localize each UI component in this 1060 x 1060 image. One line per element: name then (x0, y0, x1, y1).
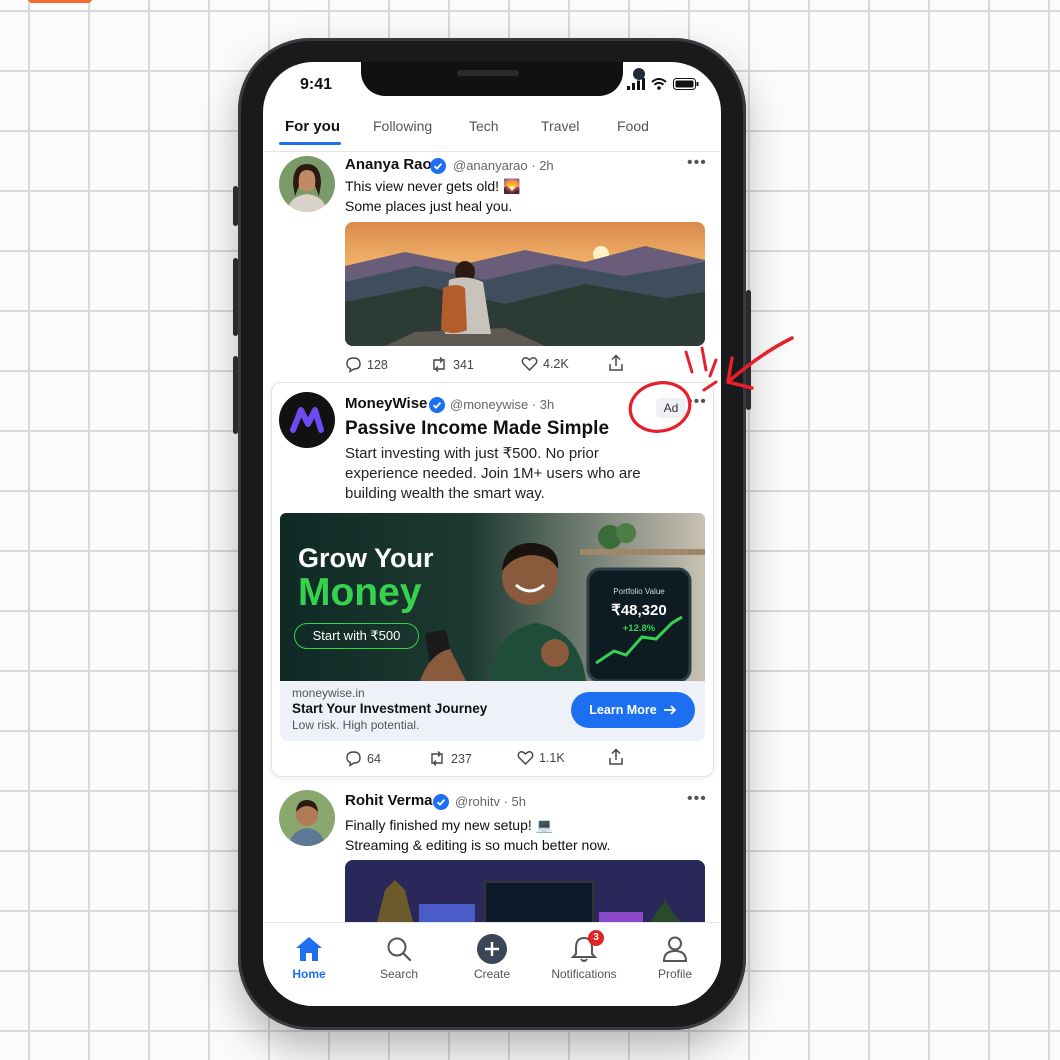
orange-tab-decoration (28, 0, 92, 3)
nav-notifications-label: Notifications (551, 967, 617, 981)
tab-food[interactable]: Food (617, 118, 649, 134)
reply-button[interactable]: 64 (345, 750, 381, 767)
repost-count: 341 (453, 357, 474, 372)
reply-count: 64 (367, 751, 381, 766)
mute-switch (233, 186, 238, 226)
like-icon (521, 357, 538, 371)
banner-headline-line1: Grow Your (298, 543, 434, 573)
repost-button[interactable]: 237 (428, 750, 472, 767)
reply-icon (346, 751, 361, 767)
speaker (457, 70, 519, 76)
ad-banner-image[interactable]: Grow Your Money Start with ₹500 Portfoli… (280, 513, 705, 681)
battery-icon (673, 78, 699, 90)
phone-portfolio-value: ₹48,320 (611, 602, 667, 619)
like-count: 4.2K (543, 357, 569, 371)
post-text-line: This view never gets old! 🌄 (345, 178, 521, 194)
ad-author-name[interactable]: MoneyWise (345, 395, 427, 412)
reply-count: 128 (367, 357, 388, 372)
ad-domain: moneywise.in (292, 686, 365, 700)
ad-headline: Passive Income Made Simple (345, 418, 610, 439)
tab-travel[interactable]: Travel (541, 118, 579, 134)
repost-count: 237 (451, 751, 472, 766)
more-options-icon[interactable]: ••• (687, 154, 707, 172)
nav-profile[interactable]: Profile (635, 933, 715, 981)
notch (361, 62, 645, 96)
like-icon (517, 751, 534, 765)
share-icon (609, 748, 623, 765)
like-count: 1.1K (539, 751, 565, 765)
tab-for-you[interactable]: For you (285, 118, 340, 135)
phone-portfolio-label: Portfolio Value (613, 587, 665, 596)
ad-link-card[interactable]: moneywise.in Start Your Investment Journ… (280, 681, 705, 741)
ad-handle: @moneywise · 3h (450, 397, 555, 412)
nav-notifications[interactable]: 3 Notifications (544, 930, 624, 981)
like-button[interactable]: 1.1K (517, 750, 565, 766)
post-image-sunset[interactable] (345, 222, 705, 346)
profile-icon (662, 936, 688, 962)
front-camera (633, 68, 645, 80)
share-button[interactable] (608, 748, 624, 766)
post-handle: @ananyarao · 2h (453, 158, 554, 173)
post-image-setup[interactable] (345, 860, 705, 930)
tab-tech[interactable]: Tech (469, 118, 499, 134)
moneywise-logo[interactable] (279, 392, 335, 448)
bottom-navigation: Home Search Create 3 Notifications Profi… (263, 922, 721, 1006)
nav-profile-label: Profile (657, 967, 692, 981)
post-text-line: Streaming & editing is so much better no… (345, 837, 611, 853)
wifi-icon (651, 78, 667, 90)
learn-more-button[interactable]: Learn More (571, 692, 695, 728)
post-text-line: Finally finished my new setup! 💻 (345, 817, 554, 833)
verified-icon (433, 794, 449, 810)
plus-icon (477, 934, 507, 964)
avatar-rohit[interactable] (279, 790, 335, 846)
banner-headline-line2: Money (298, 571, 422, 614)
volume-down-button (233, 356, 238, 434)
repost-icon (433, 357, 445, 372)
signal-icon (627, 78, 645, 90)
tab-following[interactable]: Following (373, 118, 432, 134)
verified-icon (429, 397, 445, 413)
reply-button[interactable]: 128 (345, 356, 388, 373)
repost-icon (431, 751, 443, 766)
search-icon (387, 937, 412, 962)
feed-tabs: For you Following Tech Travel Food (263, 112, 721, 152)
nav-search-label: Search (379, 967, 419, 981)
reply-icon (346, 357, 361, 373)
banner-cta-pill: Start with ₹500 (294, 623, 419, 649)
ad-link-subtitle: Low risk. High potential. (292, 718, 420, 732)
post-author-name[interactable]: Ananya Rao (345, 156, 432, 173)
home-icon (296, 937, 322, 961)
like-button[interactable]: 4.2K (521, 356, 569, 372)
verified-icon (430, 158, 446, 174)
repost-button[interactable]: 341 (430, 356, 474, 373)
learn-more-label: Learn More (589, 703, 657, 717)
post-text-line: Some places just heal you. (345, 198, 513, 214)
more-options-icon[interactable]: ••• (687, 790, 707, 808)
post-author-name[interactable]: Rohit Verma (345, 792, 433, 809)
ad-link-title: Start Your Investment Journey (292, 701, 488, 716)
nav-create[interactable]: Create (452, 933, 532, 981)
volume-up-button (233, 258, 238, 336)
ad-body-text: Start investing with just ₹500. No prior… (345, 445, 641, 502)
nav-search[interactable]: Search (359, 933, 439, 981)
post-handle: @rohitv · 5h (455, 794, 526, 809)
phone-screen: 9:41 For you Following Tech Travel Food … (263, 62, 721, 1006)
avatar-ananya[interactable] (279, 156, 335, 212)
nav-create-label: Create (473, 967, 511, 981)
status-time: 9:41 (300, 76, 333, 93)
ad-annotation-circle-arrow (628, 336, 794, 433)
nav-home-label: Home (292, 967, 326, 981)
nav-home[interactable]: Home (269, 933, 349, 981)
phone-portfolio-change: +12.8% (622, 623, 656, 634)
notification-count-badge: 3 (588, 930, 604, 946)
arrow-right-icon (663, 705, 676, 715)
active-tab-indicator (279, 142, 341, 145)
